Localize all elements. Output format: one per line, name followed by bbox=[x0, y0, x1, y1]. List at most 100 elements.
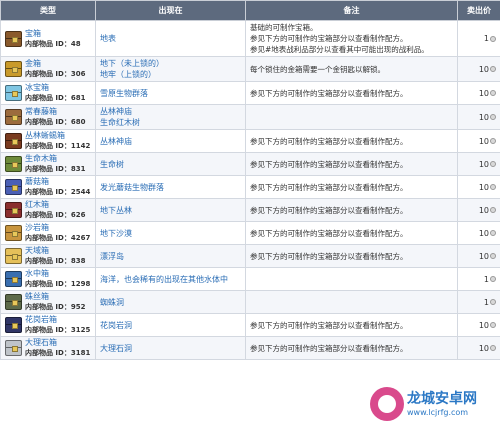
cell-where: 发光蘑菇生物群落 bbox=[95, 175, 246, 199]
table-row: 红木箱 内部物品 ID：626 地下丛林 参见下方的可制作的宝箱部分以查看制作配方。 1… bbox=[0, 198, 500, 222]
silver-coin-icon bbox=[490, 207, 496, 213]
chest-name-link[interactable]: 丛林蜥蜴箱 bbox=[25, 131, 90, 141]
item-id: 内部物品 ID：952 bbox=[25, 302, 85, 312]
silver-coin-icon bbox=[490, 299, 496, 305]
cell-where: 地下丛林 bbox=[95, 198, 246, 222]
location-link[interactable]: 地牢（上锁的） bbox=[100, 70, 156, 79]
price-value: 10 bbox=[478, 205, 489, 215]
chest-name-link[interactable]: 花岗岩箱 bbox=[25, 315, 90, 325]
chest-name-link[interactable]: 大理石箱 bbox=[25, 338, 90, 348]
item-id-prefix: 内部物品 ID： bbox=[25, 142, 71, 150]
note-line: 参见下方的可制作的宝箱部分以查看制作配方。 bbox=[250, 182, 408, 192]
note-line: 参见下方的可制作的宝箱部分以查看制作配方。 bbox=[250, 251, 408, 261]
location-link[interactable]: 生命树 bbox=[100, 160, 124, 169]
cell-price: 1 bbox=[457, 20, 500, 57]
chest-name-link[interactable]: 常春藤箱 bbox=[25, 107, 85, 117]
table-header: 类型 出现在 备注 卖出价 bbox=[0, 0, 500, 21]
item-id: 内部物品 ID：626 bbox=[25, 210, 85, 220]
chest-icon[interactable] bbox=[5, 248, 22, 264]
price-value: 1 bbox=[483, 34, 489, 43]
cell-note: 参见下方的可制作的宝箱部分以查看制作配方。 bbox=[245, 175, 458, 199]
note-line: 参见下方的可制作的宝箱部分以查看制作配方。 bbox=[250, 159, 408, 169]
chest-name-link[interactable]: 金箱 bbox=[25, 59, 85, 69]
price-value: 10 bbox=[478, 320, 489, 330]
location-link[interactable]: 生命红木树 bbox=[100, 118, 140, 127]
chest-name-link[interactable]: 天域箱 bbox=[25, 246, 85, 256]
item-id-prefix: 内部物品 ID： bbox=[25, 94, 71, 102]
chest-name-link[interactable]: 沙岩箱 bbox=[25, 223, 90, 233]
price-value: 10 bbox=[478, 88, 489, 98]
cell-where: 地表 bbox=[95, 20, 246, 57]
cell-type: 大理石箱 内部物品 ID：3181 bbox=[0, 336, 96, 360]
cell-price: 10 bbox=[457, 152, 500, 176]
chest-icon[interactable] bbox=[5, 156, 22, 172]
item-id-value: 2544 bbox=[70, 188, 91, 196]
header-type[interactable]: 类型 bbox=[0, 0, 96, 21]
location-link[interactable]: 地下（未上锁的） bbox=[100, 59, 164, 68]
note-line: 参见下方的可制作的宝箱部分以查看制作配方。 bbox=[250, 205, 408, 215]
cell-note: 参见下方的可制作的宝箱部分以查看制作配方。 bbox=[245, 221, 458, 245]
chest-name-link[interactable]: 生命木箱 bbox=[25, 154, 85, 164]
header-price[interactable]: 卖出价 bbox=[457, 0, 500, 21]
header-where[interactable]: 出现在 bbox=[95, 0, 246, 21]
chest-icon[interactable] bbox=[5, 61, 22, 77]
price-value: 1 bbox=[483, 297, 489, 307]
location-link[interactable]: 蜘蛛洞 bbox=[100, 298, 124, 307]
table-row: 天域箱 内部物品 ID：838 漂浮岛 参见下方的可制作的宝箱部分以查看制作配方。 10 bbox=[0, 244, 500, 268]
item-id: 内部物品 ID：838 bbox=[25, 256, 85, 266]
location-link[interactable]: 雪原生物群落 bbox=[100, 89, 148, 98]
cell-price: 10 bbox=[457, 221, 500, 245]
cell-price: 10 bbox=[457, 336, 500, 360]
chest-icon[interactable] bbox=[5, 202, 22, 218]
cell-type: 常春藤箱 内部物品 ID：680 bbox=[0, 104, 96, 130]
cell-type: 沙岩箱 内部物品 ID：4267 bbox=[0, 221, 96, 245]
chest-icon[interactable] bbox=[5, 317, 22, 333]
chest-name-link[interactable]: 冰宝箱 bbox=[25, 83, 85, 93]
location-link[interactable]: 地下丛林 bbox=[100, 206, 132, 215]
chest-icon[interactable] bbox=[5, 294, 22, 310]
chest-icon[interactable] bbox=[5, 340, 22, 356]
item-id-value: 680 bbox=[70, 118, 86, 126]
location-link[interactable]: 大理石洞 bbox=[100, 344, 132, 353]
chest-name-link[interactable]: 红木箱 bbox=[25, 200, 85, 210]
chest-icon[interactable] bbox=[5, 85, 22, 101]
item-id: 内部物品 ID：681 bbox=[25, 93, 85, 103]
item-id-value: 1142 bbox=[70, 142, 91, 150]
chest-icon[interactable] bbox=[5, 179, 22, 195]
table-row: 花岗岩箱 内部物品 ID：3125 花岗岩洞 参见下方的可制作的宝箱部分以查看制作配方… bbox=[0, 313, 500, 337]
location-link[interactable]: 漂浮岛 bbox=[100, 252, 124, 261]
chest-name-link[interactable]: 蘑菇箱 bbox=[25, 177, 90, 187]
chest-name-link[interactable]: 宝箱 bbox=[25, 29, 81, 39]
cell-price: 10 bbox=[457, 129, 500, 153]
location-link[interactable]: 花岗岩洞 bbox=[100, 321, 132, 330]
table-row: 冰宝箱 内部物品 ID：681 雪原生物群落 参见下方的可制作的宝箱部分以查看制作配方… bbox=[0, 81, 500, 105]
item-id-prefix: 内部物品 ID： bbox=[25, 165, 71, 173]
chest-icon[interactable] bbox=[5, 271, 22, 287]
item-id-value: 831 bbox=[70, 165, 86, 173]
item-id-value: 626 bbox=[70, 211, 86, 219]
location-link[interactable]: 丛林神庙 bbox=[100, 137, 132, 146]
location-link[interactable]: 发光蘑菇生物群落 bbox=[100, 183, 164, 192]
item-id-prefix: 内部物品 ID： bbox=[25, 211, 71, 219]
location-link[interactable]: 地下沙漠 bbox=[100, 229, 132, 238]
location-link[interactable]: 地表 bbox=[100, 34, 116, 43]
location-link[interactable]: 丛林神庙 bbox=[100, 107, 132, 116]
chest-name-link[interactable]: 蛛丝箱 bbox=[25, 292, 85, 302]
chest-icon[interactable] bbox=[5, 30, 22, 47]
table-row: 沙岩箱 内部物品 ID：4267 地下沙漠 参见下方的可制作的宝箱部分以查看制作配方。… bbox=[0, 221, 500, 245]
chest-name-link[interactable]: 水中箱 bbox=[25, 269, 90, 279]
location-link[interactable]: 海洋，也会稀有的出现在其他水体中 bbox=[100, 275, 228, 284]
item-id-prefix: 内部物品 ID： bbox=[25, 326, 71, 334]
price-value: 10 bbox=[478, 228, 489, 238]
header-note[interactable]: 备注 bbox=[245, 0, 458, 21]
table-row: 宝箱 内部物品 ID：48 地表 基础的可制作宝箱。 参见下方的可制作的宝箱部分以查看制… bbox=[0, 20, 500, 57]
note-line: 参见下方的可制作的宝箱部分以查看制作配方。 bbox=[250, 88, 408, 98]
note-line: 参见#地表战利品部分以查看其中可能出现的战利品。 bbox=[250, 45, 429, 54]
item-id: 内部物品 ID：831 bbox=[25, 164, 85, 174]
table-row: 大理石箱 内部物品 ID：3181 大理石洞 参见下方的可制作的宝箱部分以查看制作配方… bbox=[0, 336, 500, 360]
chest-icon[interactable] bbox=[5, 225, 22, 241]
silver-coin-icon bbox=[490, 35, 496, 42]
chest-icon[interactable] bbox=[5, 133, 22, 149]
chest-icon[interactable] bbox=[5, 109, 22, 125]
item-id: 内部物品 ID：1298 bbox=[25, 279, 90, 289]
